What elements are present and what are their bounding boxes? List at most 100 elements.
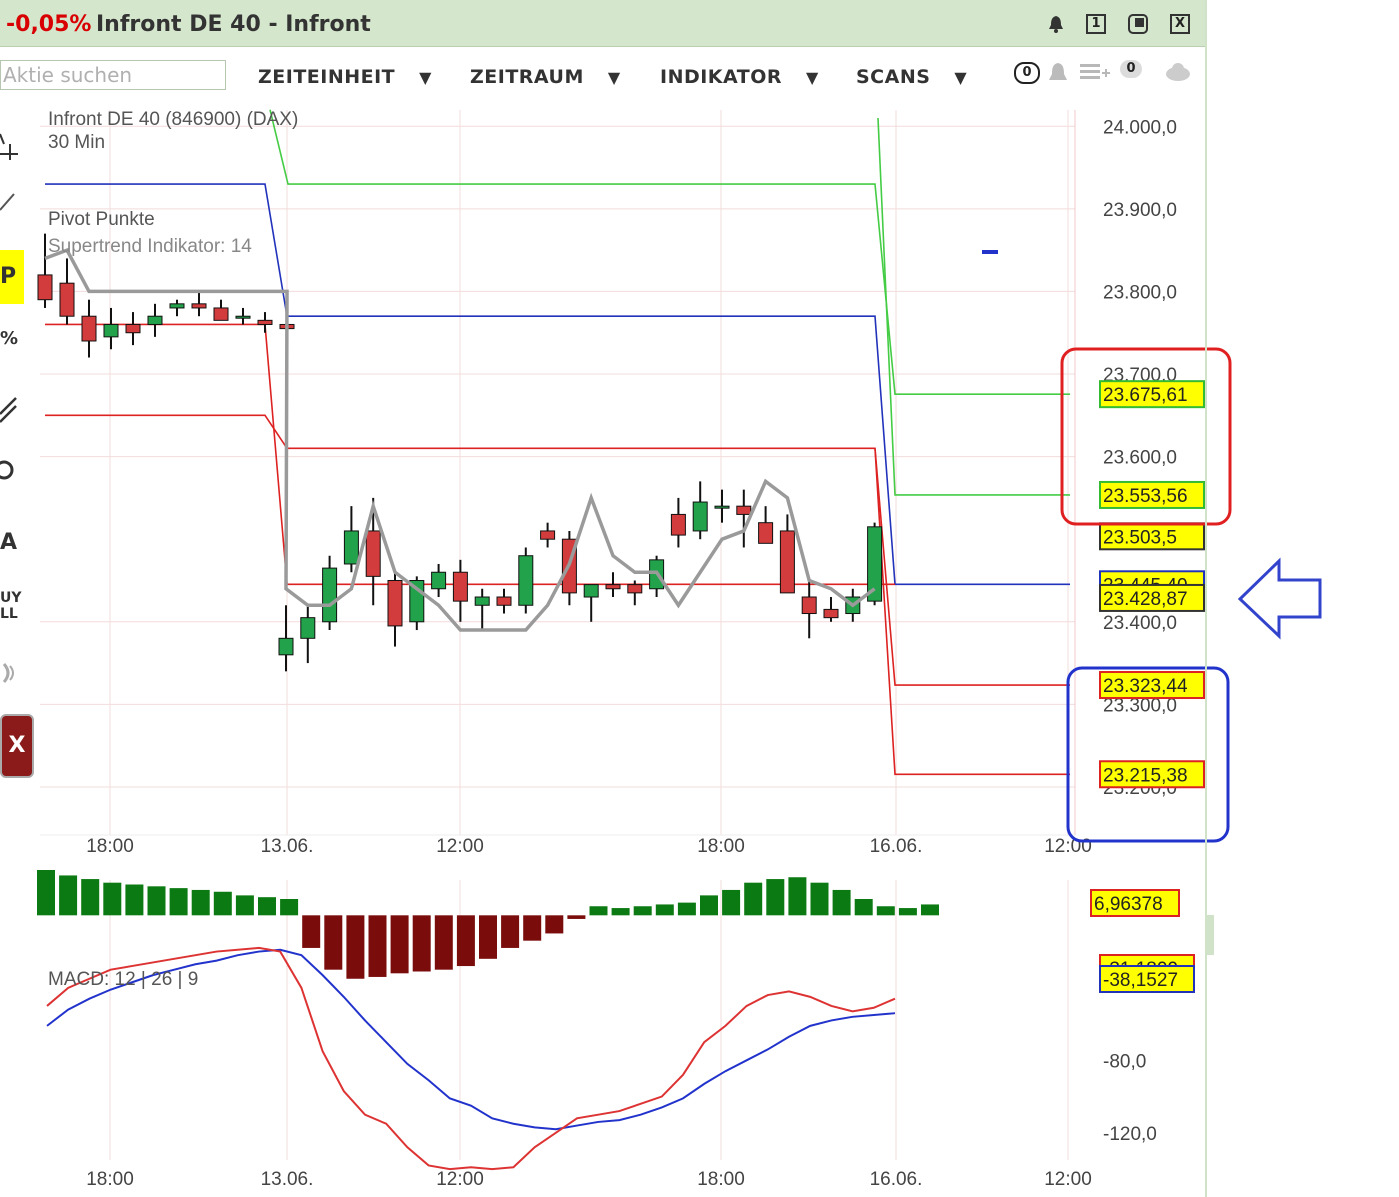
macd-histogram <box>37 870 939 979</box>
macd-histogram-bar <box>921 904 939 915</box>
chart-area[interactable]: 24.000,023.900,023.800,023.700,023.600,0… <box>0 0 1399 1197</box>
marker-dash <box>982 250 998 254</box>
macd-histogram-bar <box>280 899 298 915</box>
time-axis-main: 18:0013.06.12:0018:0016.06.12:00 <box>86 836 1092 857</box>
macd-histogram-bar <box>744 883 762 916</box>
macd-histogram-bar <box>766 879 784 915</box>
pivot-line <box>45 324 895 584</box>
pivot-line <box>270 110 1070 394</box>
macd-histogram-bar <box>567 915 585 919</box>
macd-histogram-bar <box>192 890 210 915</box>
candle-body <box>38 275 52 300</box>
candle-body <box>82 316 96 341</box>
time-tick-label: 16.06. <box>870 1169 923 1190</box>
candle-body <box>628 585 642 593</box>
panel-resize-handle[interactable] <box>1207 915 1214 955</box>
chart-title: Infront DE 40 (846900) (DAX) <box>48 109 298 130</box>
macd-histogram-bar <box>125 885 143 916</box>
macd-histogram-bar <box>170 888 188 915</box>
macd-histogram-bar <box>788 877 806 915</box>
price-label-text: 23.323,44 <box>1103 676 1188 697</box>
price-tick-label: 23.400,0 <box>1103 613 1177 634</box>
macd-histogram-bar <box>369 915 387 977</box>
candle-body <box>170 304 184 308</box>
macd-tick-label: -80,0 <box>1103 1051 1146 1072</box>
macd-histogram-bar <box>833 890 851 915</box>
candle-body <box>258 320 272 324</box>
macd-histogram-bar <box>103 883 121 916</box>
price-tick-label: 23.600,0 <box>1103 448 1177 469</box>
macd-histogram-bar <box>413 915 431 971</box>
candle-body <box>475 597 489 605</box>
macd-label-text: 6,96378 <box>1094 894 1163 915</box>
macd-histogram-bar <box>258 897 276 915</box>
macd-histogram-bar <box>700 895 718 915</box>
pivot-lines <box>45 110 1070 775</box>
macd-histogram-bar <box>722 890 740 915</box>
macd-histogram-bar <box>148 886 166 915</box>
candle-body <box>497 597 511 605</box>
candle-body <box>432 572 446 589</box>
candle-body <box>301 618 315 639</box>
candle-body <box>366 531 380 576</box>
time-tick-label: 12:00 <box>436 836 484 857</box>
candle-body <box>104 324 118 336</box>
candle-body <box>780 531 794 593</box>
time-tick-label: 12:00 <box>436 1169 484 1190</box>
macd-histogram-bar <box>479 915 497 959</box>
price-labels: 23.675,6123.553,5623.503,523.445,4023.42… <box>1100 381 1204 787</box>
macd-histogram-bar <box>236 895 254 915</box>
candle-body <box>279 638 293 655</box>
candle-body <box>214 308 228 320</box>
macd-histogram-bar <box>811 883 829 916</box>
price-label-text: 23.215,38 <box>1103 765 1188 786</box>
candle-body <box>737 506 751 514</box>
pivot-line <box>878 118 1070 495</box>
macd-histogram-bar <box>501 915 519 948</box>
time-tick-label: 18:00 <box>697 836 745 857</box>
time-tick-label: 13.06. <box>261 1169 314 1190</box>
macd-histogram-bar <box>678 903 696 916</box>
price-tick-label: 23.800,0 <box>1103 282 1177 303</box>
price-label-text: 23.675,61 <box>1103 385 1188 406</box>
time-tick-label: 16.06. <box>870 836 923 857</box>
time-axis-macd: 18:00 13.06. 12:00 18:00 16.06. 12:00 <box>86 1169 1092 1190</box>
macd-tick-label: -120,0 <box>1103 1124 1157 1145</box>
time-tick-label: 18:00 <box>86 836 134 857</box>
macd-histogram-bar <box>590 906 608 915</box>
macd-histogram-bar <box>81 879 99 915</box>
macd-value-labels: 6,96378-31,1809-38,1527 <box>1091 890 1194 992</box>
candle-body <box>584 585 598 597</box>
macd-histogram-bar <box>877 906 895 915</box>
macd-axis: -80,0 -120,0 <box>1103 1051 1157 1145</box>
candle-body <box>236 316 250 318</box>
price-tick-label: 24.000,0 <box>1103 117 1177 138</box>
time-tick-label: 18:00 <box>86 1169 134 1190</box>
candle-body <box>606 585 620 589</box>
candle-body <box>388 580 402 625</box>
macd-histogram-bar <box>457 915 475 966</box>
candle-body <box>60 283 74 316</box>
candle-body <box>671 514 685 535</box>
candle-body <box>541 531 555 539</box>
candle-body <box>824 609 838 617</box>
chart-grid <box>40 110 1075 1160</box>
left-arrow-icon <box>1240 561 1320 636</box>
macd-histogram-bar <box>899 908 917 915</box>
pivot-line <box>45 415 1070 685</box>
legend-pivot: Pivot Punkte <box>48 209 155 230</box>
time-tick-label: 12:00 <box>1044 1169 1092 1190</box>
macd-histogram-bar <box>634 906 652 915</box>
macd-histogram-bar <box>324 915 342 969</box>
macd-histogram-bar <box>855 899 873 915</box>
candle-body <box>126 324 140 332</box>
candle-body <box>148 316 162 324</box>
time-tick-label: 13.06. <box>261 836 314 857</box>
price-tick-label: 23.900,0 <box>1103 200 1177 221</box>
time-tick-label: 18:00 <box>697 1169 745 1190</box>
price-label-text: 23.428,87 <box>1103 589 1188 610</box>
macd-histogram-bar <box>37 870 55 915</box>
panel-divider <box>1205 0 1207 1197</box>
legend-supertrend: Supertrend Indikator: 14 <box>48 236 252 257</box>
macd-histogram-bar <box>612 908 630 915</box>
